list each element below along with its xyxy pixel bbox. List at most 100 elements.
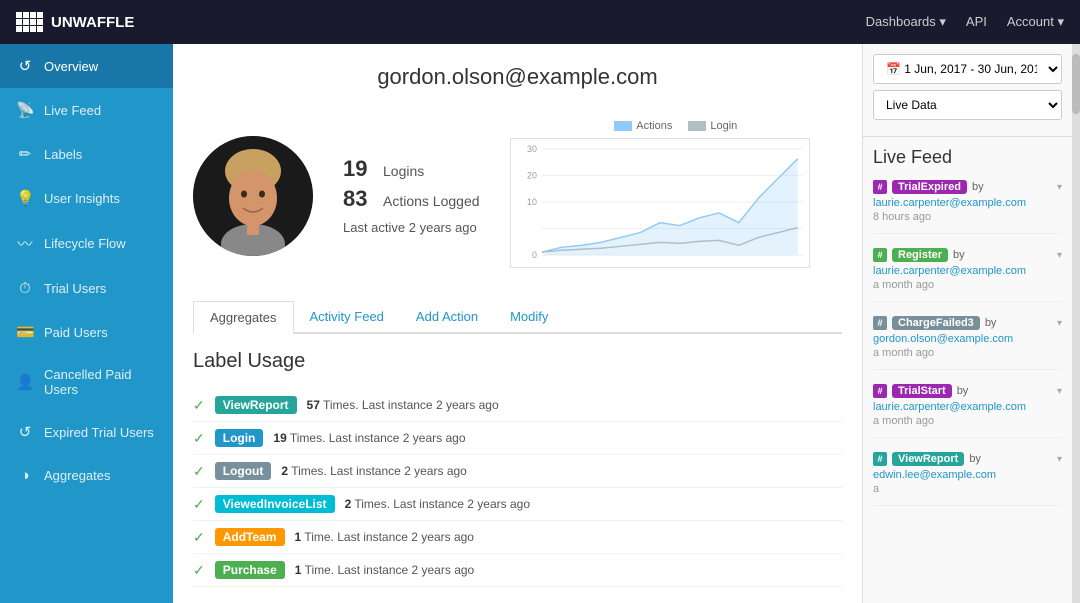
expand-icon[interactable]: ▾ (1057, 386, 1062, 397)
feed-item: # Register by ▾ laurie.carpenter@example… (873, 248, 1062, 302)
sidebar-item-paid-users[interactable]: 💳 Paid Users (0, 310, 173, 354)
sidebar-item-labels[interactable]: ✏ Labels (0, 132, 173, 176)
feed-event-row: # ChargeFailed3 by ▾ (873, 316, 1062, 330)
feed-hash-icon: # (873, 384, 887, 398)
label-row: ✓ Logout 2 Times. Last instance 2 years … (193, 455, 842, 488)
svg-text:0: 0 (532, 250, 537, 260)
check-icon: ✓ (193, 430, 205, 447)
svg-text:10: 10 (527, 197, 537, 207)
paid-icon: 💳 (16, 323, 34, 341)
actions-label: Actions Logged (383, 193, 480, 209)
label-badge: ViewedInvoiceList (215, 495, 335, 513)
sidebar-item-cancelled-paid-users[interactable]: 👤 Cancelled Paid Users (0, 354, 173, 410)
sidebar-label-livefeed: Live Feed (44, 103, 101, 118)
logins-label: Logins (383, 163, 424, 179)
tab-add-action[interactable]: Add Action (400, 301, 494, 334)
tabs: Aggregates Activity Feed Add Action Modi… (193, 301, 842, 334)
label-badge: Login (215, 429, 264, 447)
logins-row: 19 Logins (343, 156, 480, 182)
sidebar-item-aggregates[interactable]: ◑ Aggregates (0, 454, 173, 497)
account-link[interactable]: Account ▾ (1007, 14, 1064, 30)
user-email: gordon.olson@example.com (193, 64, 842, 90)
topnav-links: Dashboards ▾ API Account ▾ (866, 14, 1064, 30)
insights-icon: 💡 (16, 189, 34, 207)
feed-event-badge: ChargeFailed3 (892, 316, 980, 330)
feed-event-badge: ViewReport (892, 452, 964, 466)
user-header: gordon.olson@example.com (193, 64, 842, 90)
scrollbar-thumb[interactable] (1072, 54, 1080, 114)
sidebar-item-lifecycle-flow[interactable]: 〰 Lifecycle Flow (0, 220, 173, 267)
feed-email[interactable]: gordon.olson@example.com (873, 333, 1062, 345)
feed-event-badge: TrialExpired (892, 180, 967, 194)
feed-by: by (969, 453, 981, 465)
feed-email[interactable]: laurie.carpenter@example.com (873, 197, 1062, 209)
feed-time: 8 hours ago (873, 211, 1062, 223)
feed-event-row: # TrialStart by ▾ (873, 384, 1062, 398)
overview-icon: ↺ (16, 57, 34, 75)
sidebar-item-user-insights[interactable]: 💡 User Insights (0, 176, 173, 220)
feed-time: a month ago (873, 279, 1062, 291)
tab-aggregates[interactable]: Aggregates (193, 301, 294, 334)
feed-email[interactable]: laurie.carpenter@example.com (873, 265, 1062, 277)
feed-items-container: # TrialExpired by ▾ laurie.carpenter@exa… (873, 180, 1062, 506)
expand-icon[interactable]: ▾ (1057, 182, 1062, 193)
labels-list: ✓ ViewReport 57 Times. Last instance 2 y… (193, 389, 842, 587)
user-stats: 19 Logins 83 Actions Logged Last active … (343, 156, 480, 235)
label-badge: ViewReport (215, 396, 297, 414)
feed-hash-icon: # (873, 452, 887, 466)
sidebar-label-cancelled: Cancelled Paid Users (44, 367, 157, 397)
lifecycle-icon: 〰 (16, 233, 34, 254)
feed-time: a month ago (873, 347, 1062, 359)
check-icon: ✓ (193, 397, 205, 414)
label-row: ✓ AddTeam 1 Time. Last instance 2 years … (193, 521, 842, 554)
sidebar-item-overview[interactable]: ↺ Overview (0, 44, 173, 88)
expand-icon[interactable]: ▾ (1057, 454, 1062, 465)
sidebar-item-live-feed[interactable]: 📡 Live Feed (0, 88, 173, 132)
right-panel: 📅 1 Jun, 2017 - 30 Jun, 2017 Live Data H… (862, 44, 1072, 603)
avatar (193, 136, 313, 256)
feed-email[interactable]: edwin.lee@example.com (873, 469, 1062, 481)
livefeed-title: Live Feed (873, 147, 1062, 168)
feed-item: # TrialExpired by ▾ laurie.carpenter@exa… (873, 180, 1062, 234)
label-row: ✓ Login 19 Times. Last instance 2 years … (193, 422, 842, 455)
livefeed-icon: 📡 (16, 101, 34, 119)
check-icon: ✓ (193, 463, 205, 480)
check-icon: ✓ (193, 496, 205, 513)
svg-text:30: 30 (527, 144, 537, 154)
sidebar-item-expired-trial-users[interactable]: ↺ Expired Trial Users (0, 410, 173, 454)
tab-activity-feed[interactable]: Activity Feed (294, 301, 400, 334)
date-range-select[interactable]: 📅 1 Jun, 2017 - 30 Jun, 2017 (873, 54, 1062, 84)
feed-time: a (873, 483, 1062, 495)
actions-legend-box (614, 121, 632, 131)
feed-event-row: # TrialExpired by ▾ (873, 180, 1062, 194)
sidebar-label-labels: Labels (44, 147, 82, 162)
expand-icon[interactable]: ▾ (1057, 250, 1062, 261)
label-count: 2 Times. Last instance 2 years ago (281, 464, 466, 478)
label-count: 2 Times. Last instance 2 years ago (345, 497, 530, 511)
feed-hash-icon: # (873, 180, 887, 194)
sidebar-label-trial: Trial Users (44, 281, 106, 296)
activity-chart: 30 20 10 0 (510, 138, 810, 268)
data-type-select[interactable]: Live Data Historical Data (873, 90, 1062, 120)
expand-icon[interactable]: ▾ (1057, 318, 1062, 329)
scrollbar-track[interactable] (1072, 44, 1080, 603)
sidebar-item-trial-users[interactable]: ⏱ Trial Users (0, 267, 173, 310)
feed-by: by (985, 317, 997, 329)
label-usage-title: Label Usage (193, 350, 842, 373)
login-legend: Login (688, 120, 737, 132)
sidebar-label-insights: User Insights (44, 191, 120, 206)
feed-event-badge: Register (892, 248, 948, 262)
sidebar-label-aggregates: Aggregates (44, 468, 111, 483)
feed-email[interactable]: laurie.carpenter@example.com (873, 401, 1062, 413)
api-link[interactable]: API (966, 14, 987, 30)
check-icon: ✓ (193, 529, 205, 546)
actions-row: 83 Actions Logged (343, 186, 480, 212)
login-legend-label: Login (710, 120, 737, 132)
feed-item: # ViewReport by ▾ edwin.lee@example.com … (873, 452, 1062, 506)
sidebar-label-lifecycle: Lifecycle Flow (44, 236, 126, 251)
label-row: ✓ ViewReport 57 Times. Last instance 2 y… (193, 389, 842, 422)
login-legend-box (688, 121, 706, 131)
tab-modify[interactable]: Modify (494, 301, 564, 334)
dashboards-link[interactable]: Dashboards ▾ (866, 14, 946, 30)
label-count: 57 Times. Last instance 2 years ago (307, 398, 499, 412)
